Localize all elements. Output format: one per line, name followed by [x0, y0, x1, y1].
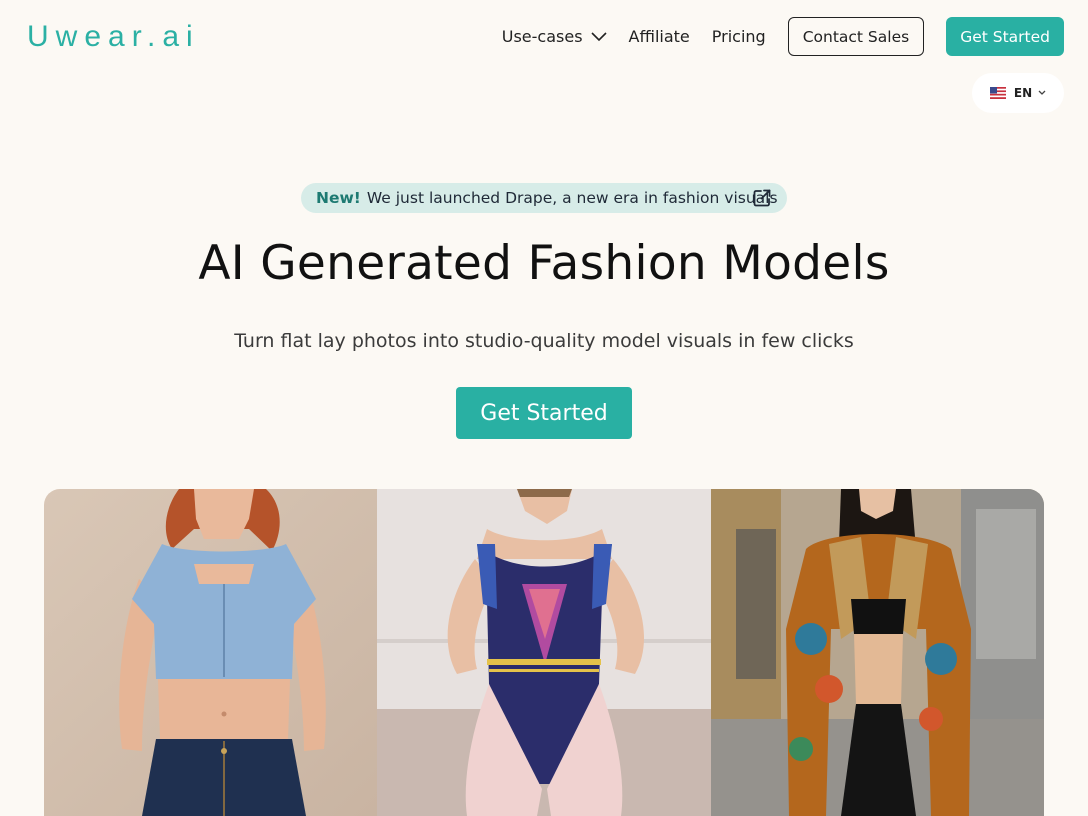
- announcement-banner[interactable]: New! We just launched Drape, a new era i…: [301, 183, 787, 213]
- nav-links: Use-cases Affiliate Pricing Contact Sale…: [502, 17, 1064, 56]
- top-navbar: Uwear.ai Use-cases Affiliate Pricing Con…: [0, 0, 1088, 72]
- contact-sales-button[interactable]: Contact Sales: [787, 17, 925, 56]
- language-code: EN: [1013, 86, 1033, 100]
- external-link-icon: [752, 188, 772, 208]
- nav-affiliate-link[interactable]: Affiliate: [629, 27, 690, 46]
- model-image-leather-jacket: [710, 489, 1044, 816]
- nav-pricing-link[interactable]: Pricing: [712, 27, 766, 46]
- announcement-text: We just launched Drape, a new era in fas…: [366, 189, 778, 207]
- nav-use-cases-dropdown[interactable]: Use-cases: [502, 27, 607, 46]
- model-image-leotard: [377, 489, 711, 816]
- us-flag-icon: [989, 87, 1006, 99]
- chevron-down-icon: [590, 31, 607, 42]
- hero-subtitle: Turn flat lay photos into studio-quality…: [234, 330, 854, 352]
- language-selector[interactable]: EN: [972, 73, 1064, 113]
- hero-title: AI Generated Fashion Models: [198, 236, 890, 291]
- chevron-down-icon: [1038, 90, 1046, 96]
- nav-use-cases-label: Use-cases: [501, 27, 583, 46]
- nav-get-started-button[interactable]: Get Started: [946, 17, 1064, 56]
- uwear-logo[interactable]: Uwear.ai: [27, 18, 200, 56]
- model-image-denim-top: [44, 489, 377, 816]
- hero-get-started-button[interactable]: Get Started: [456, 387, 632, 439]
- announcement-badge: New!: [316, 189, 361, 207]
- model-gallery: [44, 489, 1044, 816]
